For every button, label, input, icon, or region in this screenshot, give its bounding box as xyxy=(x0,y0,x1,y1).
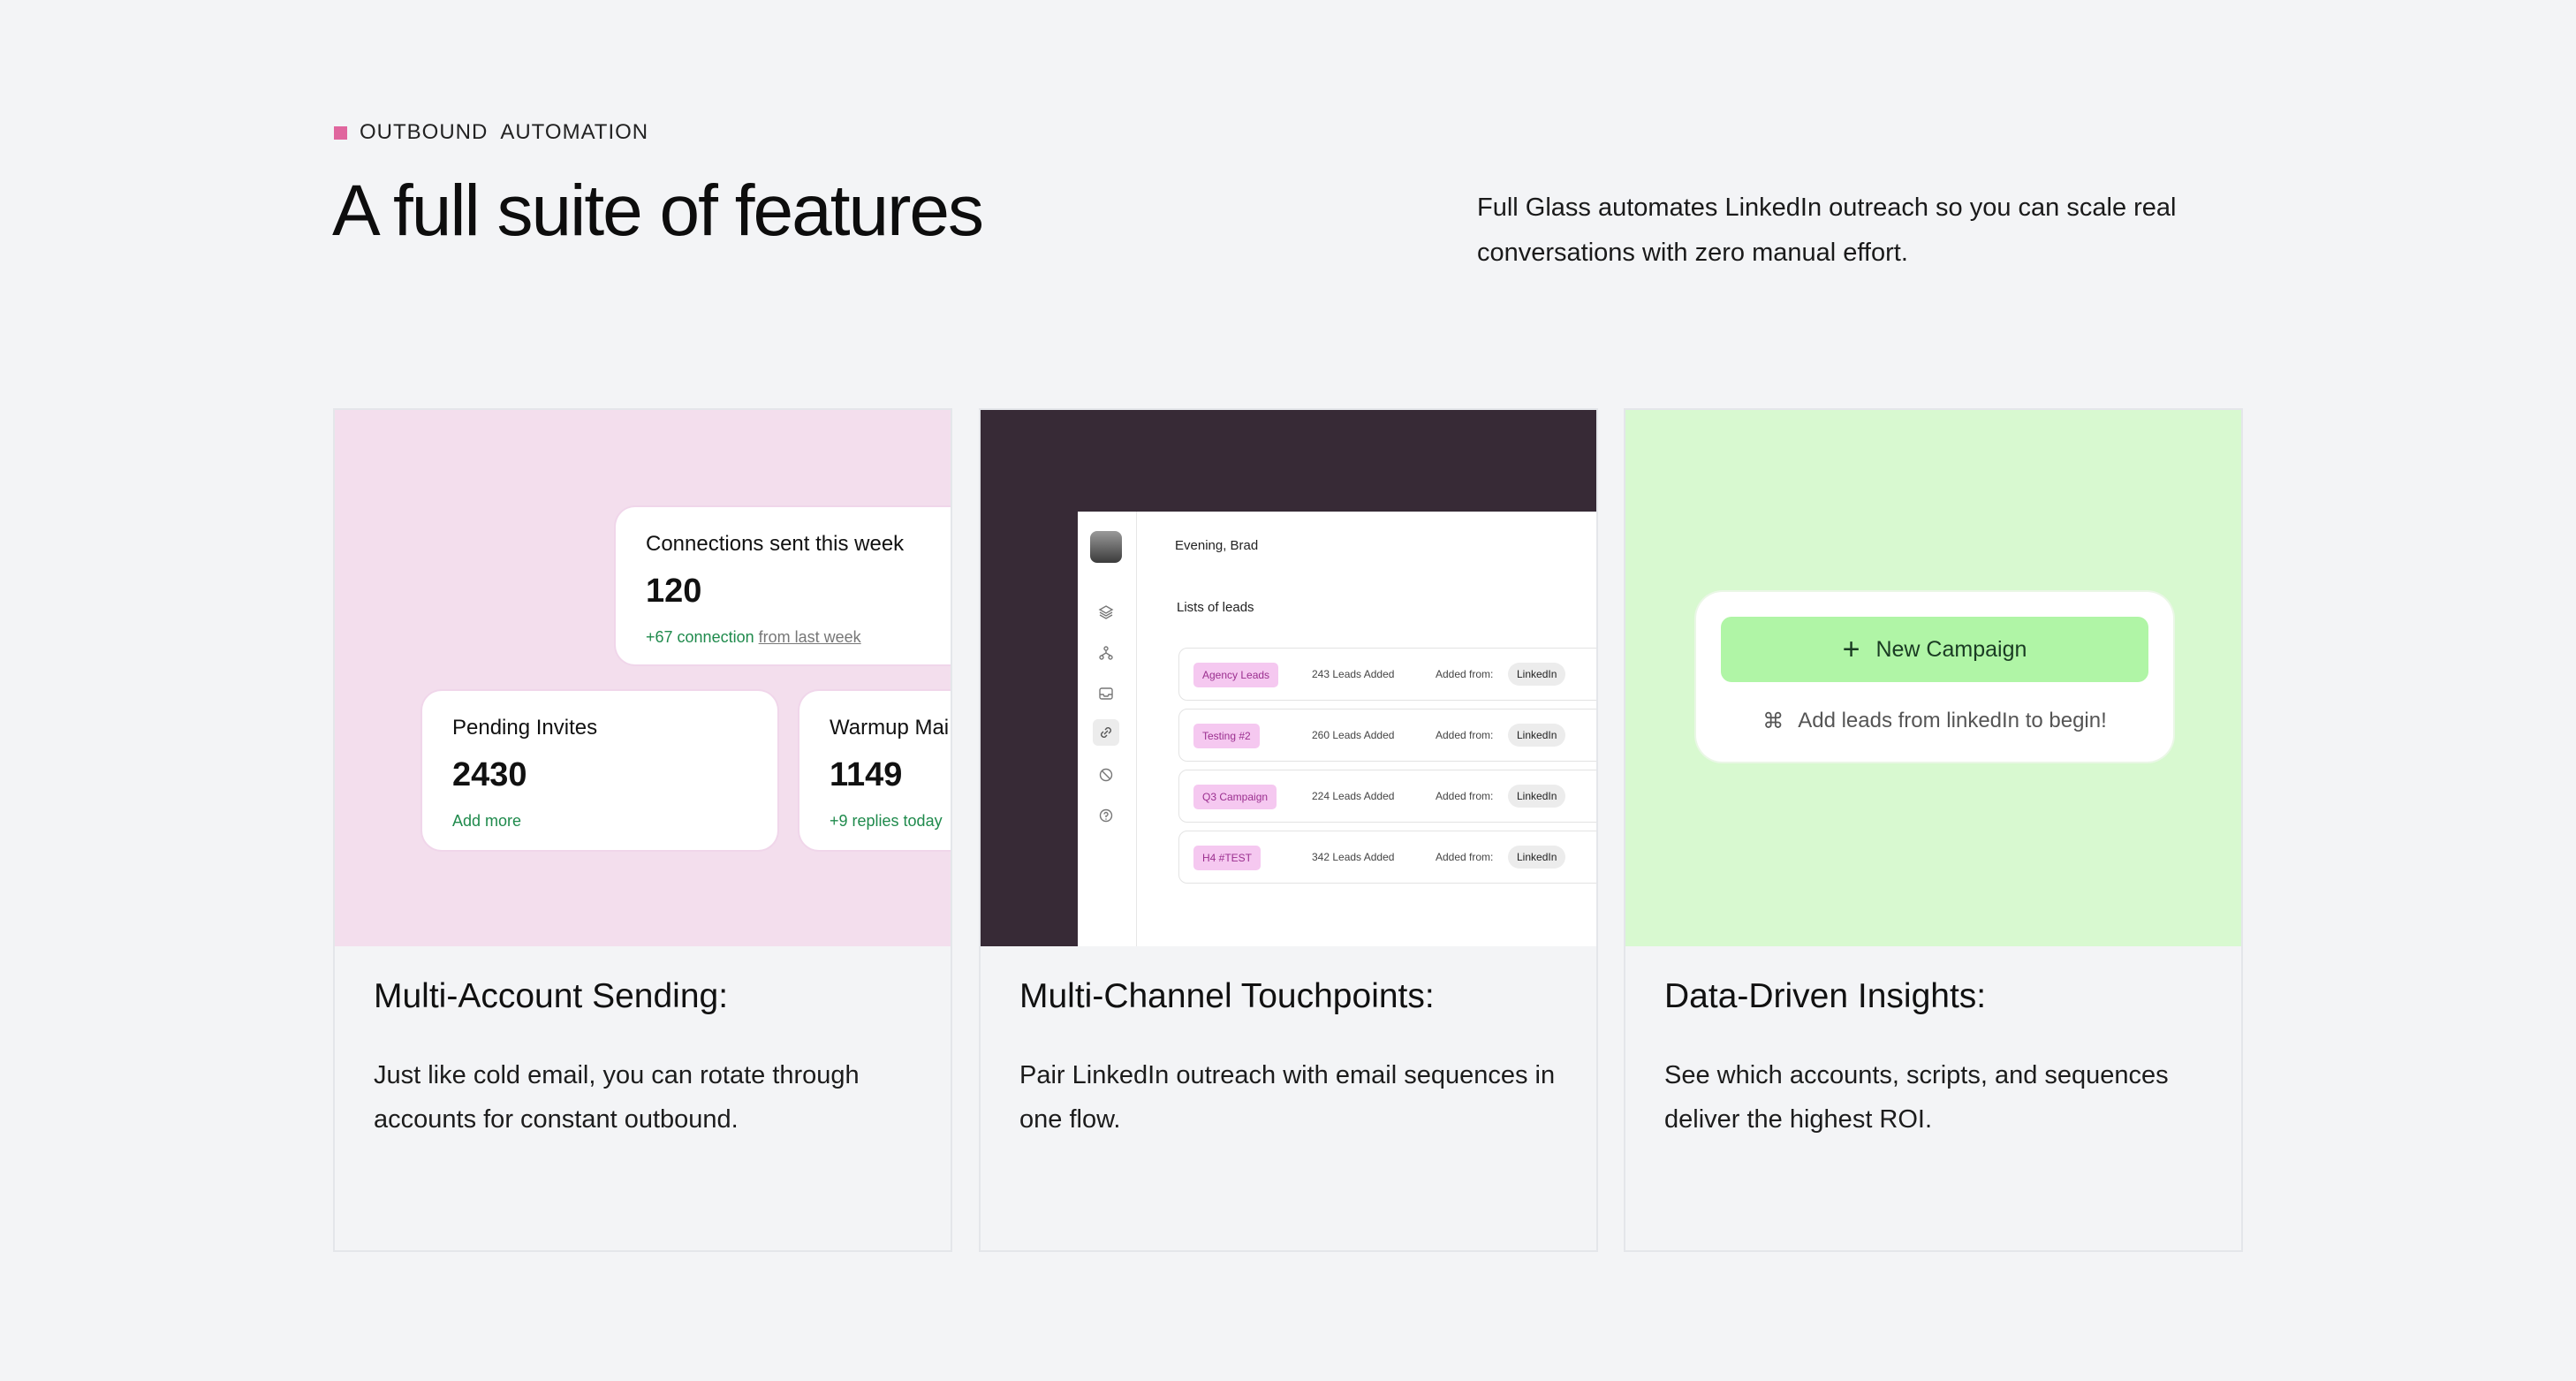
feature-card-multi-account: Connections sent this week 120 +67 conne… xyxy=(333,408,952,1252)
page-title: A full suite of features xyxy=(332,171,984,251)
stat-value: 1149 xyxy=(830,756,903,793)
stat-card-warmup: Warmup Mai 1149 +9 replies today xyxy=(799,691,951,850)
card-title: Data-Driven Insights: xyxy=(1664,977,1987,1015)
lead-list-row[interactable]: Q3 Campaign 224 Leads Added Added from: … xyxy=(1178,770,1596,823)
intro-text: Full Glass automates LinkedIn outreach s… xyxy=(1477,193,2177,267)
stat-label: Pending Invites xyxy=(452,716,598,740)
lead-source-badge: LinkedIn xyxy=(1508,785,1566,808)
card-visual-app: Evening, Brad Lists of leads Agency Lead… xyxy=(981,410,1596,946)
command-icon: ⌘ xyxy=(1762,709,1784,733)
lead-list-row[interactable]: H4 #TEST 342 Leads Added Added from: Lin… xyxy=(1178,831,1596,884)
new-campaign-label: New Campaign xyxy=(1875,636,2027,662)
eyebrow: OUTBOUND AUTOMATION xyxy=(334,120,648,145)
stat-card-connections: Connections sent this week 120 +67 conne… xyxy=(616,507,951,664)
feature-card-multi-channel: Evening, Brad Lists of leads Agency Lead… xyxy=(979,408,1598,1252)
stat-value: 2430 xyxy=(452,756,527,793)
lead-from-label: Added from: xyxy=(1436,668,1494,680)
lead-source-badge: LinkedIn xyxy=(1508,846,1566,869)
lead-source-badge: LinkedIn xyxy=(1508,663,1566,686)
card-description: Just like cold email, you can rotate thr… xyxy=(374,1061,860,1134)
card-description: Pair LinkedIn outreach with email sequen… xyxy=(1019,1061,1556,1134)
lists-title: Lists of leads xyxy=(1177,600,1254,615)
lead-list-row[interactable]: Agency Leads 243 Leads Added Added from:… xyxy=(1178,648,1596,701)
lead-tag[interactable]: Agency Leads xyxy=(1193,663,1279,687)
lead-count: 260 Leads Added xyxy=(1312,729,1395,741)
stat-value: 120 xyxy=(646,573,702,610)
stat-label: Warmup Mai xyxy=(830,716,950,740)
new-campaign-button[interactable]: + New Campaign xyxy=(1721,617,2148,682)
app-sidebar xyxy=(1078,512,1137,946)
eyebrow-dot xyxy=(334,125,347,140)
card-visual-campaign: + New Campaign ⌘ Add leads from linkedIn… xyxy=(1625,410,2241,946)
lead-from-label: Added from: xyxy=(1436,851,1494,863)
feature-card-insights: + New Campaign ⌘ Add leads from linkedIn… xyxy=(1624,408,2243,1252)
lead-count: 243 Leads Added xyxy=(1312,668,1395,680)
card-description: See which accounts, scripts, and sequenc… xyxy=(1664,1061,2169,1134)
card-title: Multi-Account Sending: xyxy=(374,977,729,1015)
app-window: Evening, Brad Lists of leads Agency Lead… xyxy=(1078,512,1596,946)
lead-source-badge: LinkedIn xyxy=(1508,724,1566,747)
lead-list-row[interactable]: Testing #2 260 Leads Added Added from: L… xyxy=(1178,709,1596,762)
campaign-hint-text: Add leads from linkedIn to begin! xyxy=(1798,709,2107,732)
greeting: Evening, Brad xyxy=(1175,538,1259,553)
lead-from-label: Added from: xyxy=(1436,790,1494,802)
link-icon[interactable] xyxy=(1093,719,1119,746)
card-title: Multi-Channel Touchpoints: xyxy=(1019,977,1435,1015)
blocked-icon[interactable] xyxy=(1097,766,1115,784)
avatar[interactable] xyxy=(1090,531,1122,563)
eyebrow-label: OUTBOUND AUTOMATION xyxy=(360,120,649,144)
campaign-box: + New Campaign ⌘ Add leads from linkedIn… xyxy=(1696,592,2173,762)
network-icon[interactable] xyxy=(1097,644,1115,662)
lead-count: 342 Leads Added xyxy=(1312,851,1395,863)
lead-from-label: Added from: xyxy=(1436,729,1494,741)
add-more-link[interactable]: Add more xyxy=(452,812,521,831)
stat-sub: +67 connection from last week xyxy=(646,628,861,647)
layers-icon[interactable] xyxy=(1097,603,1115,621)
plus-icon: + xyxy=(1842,633,1860,666)
stat-sub-link[interactable]: from last week xyxy=(759,628,861,646)
campaign-hint: ⌘ Add leads from linkedIn to begin! xyxy=(1696,709,2173,734)
stat-sub: +9 replies today xyxy=(830,812,943,830)
lead-tag[interactable]: H4 #TEST xyxy=(1193,846,1261,870)
stat-label: Connections sent this week xyxy=(646,532,905,556)
stat-sub-change: +67 connection xyxy=(646,628,754,646)
stat-card-pending-invites: Pending Invites 2430 Add more xyxy=(422,691,777,850)
card-visual-stats: Connections sent this week 120 +67 conne… xyxy=(335,410,951,946)
help-icon[interactable] xyxy=(1097,807,1115,824)
lead-tag[interactable]: Testing #2 xyxy=(1193,724,1260,748)
lead-tag[interactable]: Q3 Campaign xyxy=(1193,785,1277,809)
inbox-icon[interactable] xyxy=(1097,685,1115,702)
lead-count: 224 Leads Added xyxy=(1312,790,1395,802)
